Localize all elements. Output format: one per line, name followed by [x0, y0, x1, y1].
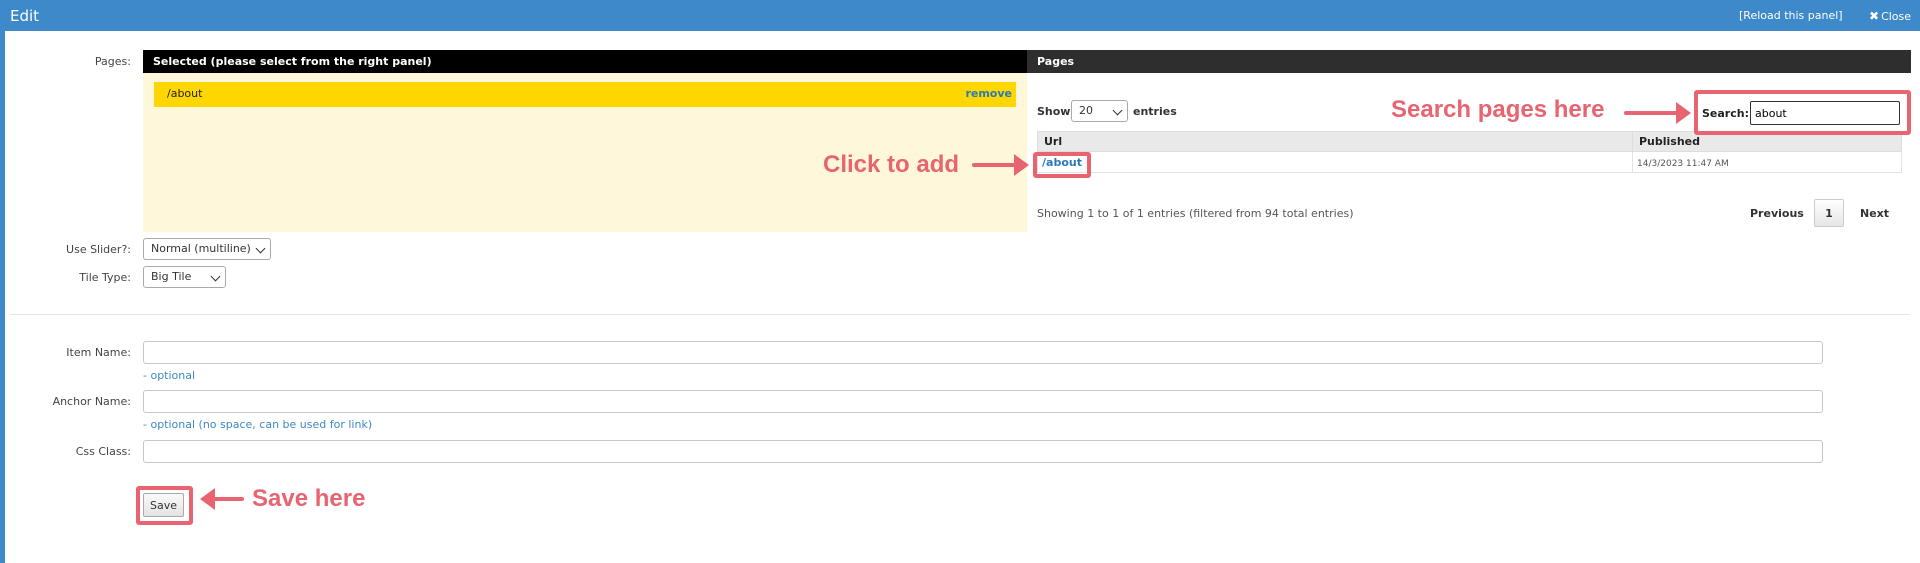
selected-panel-header: Selected (please select from the right p…	[143, 50, 1027, 73]
remove-link[interactable]: remove	[965, 87, 1012, 100]
close-icon: ✖	[1869, 9, 1880, 23]
click-arrow-icon	[972, 154, 1029, 176]
selected-pages-panel: Selected (please select from the right p…	[143, 50, 1027, 232]
search-highlight-box	[1694, 90, 1911, 135]
selected-page-item: /about remove	[154, 82, 1016, 107]
save-arrow-icon	[200, 488, 244, 510]
close-label: Close	[1881, 10, 1912, 23]
next-page-button[interactable]: Next	[1860, 207, 1889, 220]
left-border	[0, 31, 5, 563]
chevron-down-icon	[1112, 105, 1123, 116]
show-label: Show	[1037, 105, 1071, 118]
save-annotation: Save here	[252, 485, 366, 512]
item-name-input[interactable]	[143, 341, 1823, 364]
use-slider-value: Normal (multiline)	[151, 242, 251, 255]
search-annotation: Search pages here	[1391, 96, 1605, 123]
selected-page-url: /about	[167, 87, 203, 100]
page-size-value: 20	[1079, 104, 1093, 117]
click-annotation: Click to add	[823, 151, 960, 178]
table-row: /about 14/3/2023 11:47 AM	[1037, 151, 1902, 173]
search-arrow-icon	[1624, 102, 1691, 124]
anchor-name-hint: - optional (no space, can be used for li…	[143, 418, 373, 431]
page-size-select[interactable]: 20	[1071, 100, 1128, 122]
pages-panel-header: Pages	[1027, 50, 1911, 73]
previous-page-button[interactable]: Previous	[1750, 207, 1804, 220]
css-class-label: Css Class:	[75, 445, 131, 458]
anchor-name-label: Anchor Name:	[52, 395, 131, 408]
published-date: 14/3/2023 11:47 AM	[1637, 158, 1729, 169]
tile-type-select[interactable]: Big Tile	[143, 266, 226, 288]
window-title: Edit	[10, 7, 40, 25]
css-class-input[interactable]	[143, 440, 1823, 463]
pages-label: Pages:	[94, 55, 131, 68]
table-cell-published: 14/3/2023 11:47 AM	[1632, 151, 1902, 173]
table-cell-url: /about	[1037, 151, 1633, 173]
window-titlebar: Edit [Reload this panel] ✖ Close	[0, 0, 1920, 31]
page-1-button[interactable]: 1	[1814, 199, 1844, 227]
pages-table: Url Published /about 14/3/2023 11:47 AM	[1037, 131, 1902, 173]
close-button[interactable]: ✖ Close	[1869, 9, 1911, 23]
tile-type-value: Big Tile	[151, 270, 192, 283]
url-highlight-box	[1033, 152, 1091, 178]
chevron-down-icon	[210, 271, 221, 282]
item-name-label: Item Name:	[66, 346, 131, 359]
chevron-down-icon	[255, 243, 266, 254]
save-highlight-box	[136, 486, 193, 525]
use-slider-label: Use Slider?:	[66, 243, 131, 256]
tile-type-label: Tile Type:	[79, 271, 131, 284]
reload-panel-link[interactable]: [Reload this panel]	[1739, 9, 1843, 22]
anchor-name-input[interactable]	[143, 390, 1823, 413]
item-name-hint: - optional	[143, 369, 196, 382]
use-slider-select[interactable]: Normal (multiline)	[143, 238, 271, 260]
entries-label: entries	[1133, 105, 1177, 118]
table-info: Showing 1 to 1 of 1 entries (filtered fr…	[1037, 207, 1354, 220]
column-header-url[interactable]: Url	[1037, 131, 1633, 152]
section-divider	[10, 314, 1910, 315]
